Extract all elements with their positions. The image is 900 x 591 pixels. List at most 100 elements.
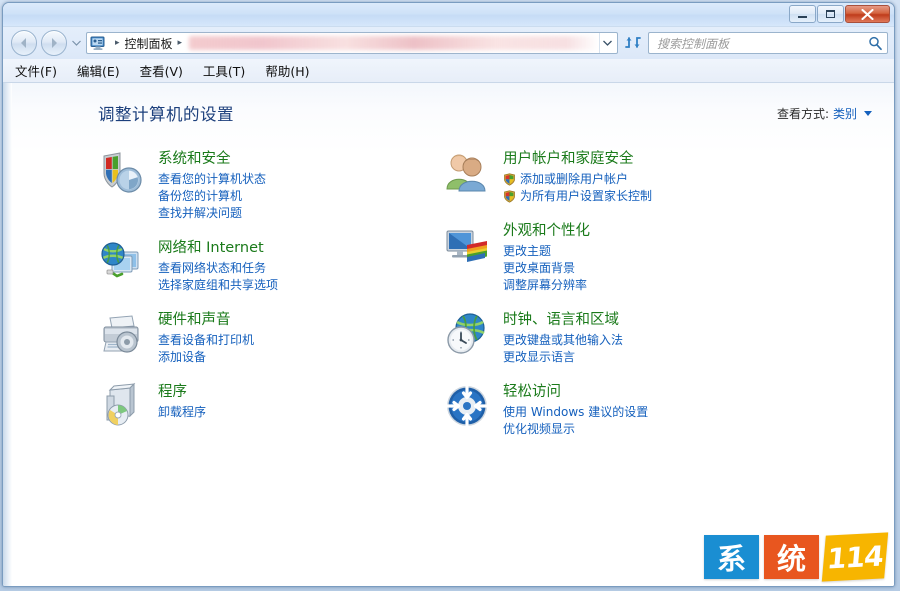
close-button[interactable] [845,5,890,23]
chevron-down-icon[interactable] [864,111,872,116]
back-arrow-icon [16,35,32,51]
view-by-label: 查看方式: [777,105,829,122]
category-link[interactable]: 查看网络状态和任务 [158,260,278,277]
category-link[interactable]: 调整屏幕分辨率 [503,277,590,294]
category-title[interactable]: 网络和 Internet [158,239,278,258]
category-title[interactable]: 外观和个性化 [503,222,590,241]
address-bar[interactable]: ▸ 控制面板 ▸ [86,32,618,54]
category-link[interactable]: 添加或删除用户帐户 [503,171,652,188]
security-shield-icon [98,149,146,197]
category-text: 外观和个性化 更改主题 更改桌面背景 调整屏幕分辨率 [503,221,590,294]
category-column-left: 系统和安全 查看您的计算机状态 备份您的计算机 查找并解决问题 [98,149,443,454]
category-link[interactable]: 查找并解决问题 [158,205,266,222]
minimize-button[interactable] [789,5,816,23]
menu-item-edit[interactable]: 编辑(E) [77,61,120,80]
category-title[interactable]: 用户帐户和家庭安全 [503,150,652,169]
category-title[interactable]: 硬件和声音 [158,311,254,330]
ease-of-access-icon [443,382,491,430]
redacted-path-segment [189,36,599,50]
history-dropdown-button[interactable] [71,33,82,53]
refresh-icon [625,35,642,51]
category-text: 轻松访问 使用 Windows 建议的设置 优化视频显示 [503,382,648,438]
maximize-button[interactable] [817,5,844,23]
category-text: 网络和 Internet 查看网络状态和任务 选择家庭组和共享选项 [158,238,278,294]
category-link[interactable]: 选择家庭组和共享选项 [158,277,278,294]
category-text: 时钟、语言和区域 更改键盘或其他输入法 更改显示语言 [503,310,623,366]
refresh-button[interactable] [622,32,644,54]
desktop-background: ▸ 控制面板 ▸ 搜索控制面板 [0,0,900,591]
category-title[interactable]: 轻松访问 [503,383,648,402]
search-icon[interactable] [868,36,883,51]
category-link[interactable]: 更改桌面背景 [503,260,590,277]
menu-item-view[interactable]: 查看(V) [140,61,183,80]
search-box[interactable]: 搜索控制面板 [648,32,888,54]
category-link[interactable]: 更改主题 [503,243,590,260]
category-link[interactable]: 查看您的计算机状态 [158,171,266,188]
category-text: 硬件和声音 查看设备和打印机 添加设备 [158,310,254,366]
watermark-block-1: 系 [704,535,759,579]
category-title[interactable]: 程序 [158,383,206,402]
network-globe-icon [98,238,146,286]
category-text: 程序 卸载程序 [158,382,206,421]
category-link-label[interactable]: 为所有用户设置家长控制 [520,188,652,205]
programs-box-icon [98,382,146,430]
chevron-down-icon [603,40,612,46]
content-header: 调整计算机的设置 查看方式: 类别 [3,83,894,125]
category-column-right: 用户帐户和家庭安全 [443,149,843,454]
category-link[interactable]: 卸载程序 [158,404,206,421]
address-dropdown-button[interactable] [599,33,615,53]
content-area: 调整计算机的设置 查看方式: 类别 [3,83,894,587]
watermark-block-3: 114 [822,532,888,581]
category-appearance[interactable]: 外观和个性化 更改主题 更改桌面背景 调整屏幕分辨率 [443,221,843,294]
category-link[interactable]: 添加设备 [158,349,254,366]
maximize-icon [826,10,835,18]
control-panel-icon [90,36,107,51]
category-link[interactable]: 为所有用户设置家长控制 [503,188,652,205]
category-text: 系统和安全 查看您的计算机状态 备份您的计算机 查找并解决问题 [158,149,266,222]
category-link-label[interactable]: 添加或删除用户帐户 [520,171,628,188]
forward-button[interactable] [41,30,67,56]
category-system-and-security[interactable]: 系统和安全 查看您的计算机状态 备份您的计算机 查找并解决问题 [98,149,443,222]
category-programs[interactable]: 程序 卸载程序 [98,382,443,430]
minimize-icon [798,16,807,18]
site-watermark: 系 统 114 [696,525,894,587]
category-title[interactable]: 系统和安全 [158,150,266,169]
uac-shield-icon [503,173,516,186]
forward-arrow-icon [46,35,62,51]
page-title: 调整计算机的设置 [98,101,777,125]
category-title[interactable]: 时钟、语言和区域 [503,311,623,330]
breadcrumb-separator-1: ▸ [110,38,125,48]
user-accounts-icon [443,149,491,197]
breadcrumb-control-panel[interactable]: 控制面板 [125,35,173,52]
category-link[interactable]: 更改显示语言 [503,349,623,366]
appearance-monitor-icon [443,221,491,269]
menu-item-file[interactable]: 文件(F) [15,61,57,80]
search-input[interactable]: 搜索控制面板 [657,35,868,52]
category-link[interactable]: 更改键盘或其他输入法 [503,332,623,349]
uac-shield-icon [503,190,516,203]
breadcrumb-separator-2[interactable]: ▸ [173,38,188,48]
clock-globe-icon [443,310,491,358]
category-grid: 系统和安全 查看您的计算机状态 备份您的计算机 查找并解决问题 [3,125,894,454]
category-link[interactable]: 使用 Windows 建议的设置 [503,404,648,421]
menu-bar: 文件(F) 编辑(E) 查看(V) 工具(T) 帮助(H) [3,59,894,83]
window-titlebar[interactable] [3,3,894,27]
category-link[interactable]: 优化视频显示 [503,421,648,438]
window-controls [789,5,890,23]
category-link[interactable]: 备份您的计算机 [158,188,266,205]
category-ease-of-access[interactable]: 轻松访问 使用 Windows 建议的设置 优化视频显示 [443,382,843,438]
category-user-accounts[interactable]: 用户帐户和家庭安全 [443,149,843,205]
control-panel-window: ▸ 控制面板 ▸ 搜索控制面板 [2,2,895,587]
menu-item-help[interactable]: 帮助(H) [265,61,309,80]
watermark-block-2: 统 [764,535,819,579]
category-network-and-internet[interactable]: 网络和 Internet 查看网络状态和任务 选择家庭组和共享选项 [98,238,443,294]
menu-item-tools[interactable]: 工具(T) [203,61,245,80]
close-icon [861,9,874,20]
category-hardware-and-sound[interactable]: 硬件和声音 查看设备和打印机 添加设备 [98,310,443,366]
back-button[interactable] [11,30,37,56]
view-by-value[interactable]: 类别 [833,105,857,122]
chevron-down-icon [72,40,81,46]
category-clock-language-region[interactable]: 时钟、语言和区域 更改键盘或其他输入法 更改显示语言 [443,310,843,366]
category-link[interactable]: 查看设备和打印机 [158,332,254,349]
view-by-control[interactable]: 查看方式: 类别 [777,105,872,122]
